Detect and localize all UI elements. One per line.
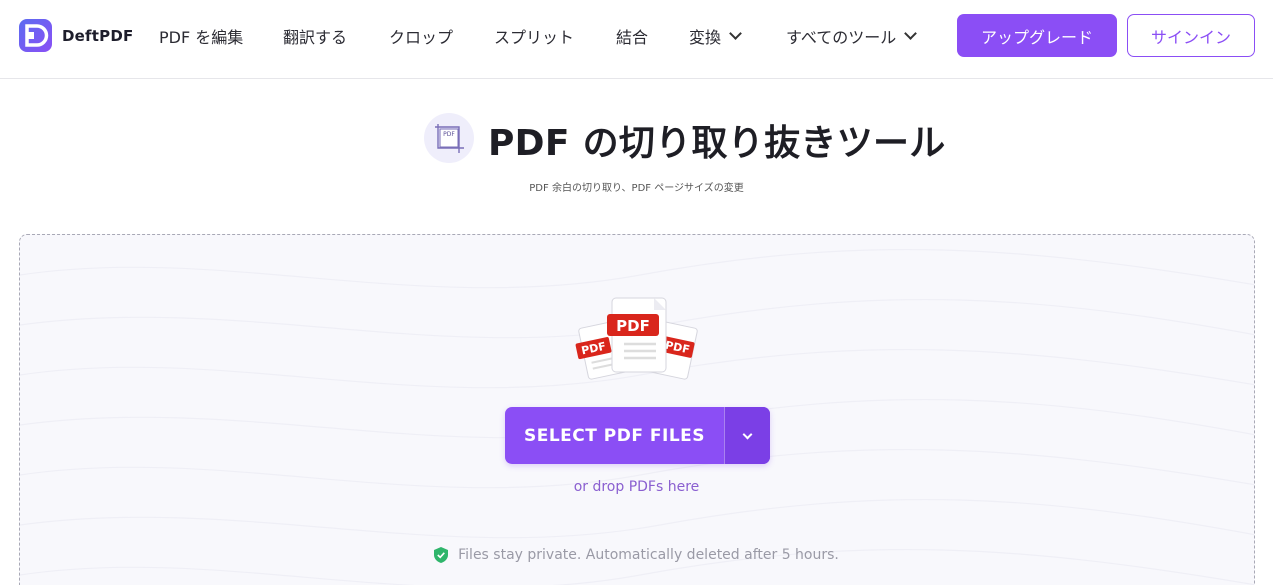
- brand-name: DeftPDF: [62, 26, 134, 45]
- shield-check-icon: [434, 547, 449, 563]
- nav-item-label: すべてのツール: [786, 28, 897, 47]
- signin-button[interactable]: サインイン: [1127, 14, 1255, 57]
- nav-item-label: クロップ: [389, 28, 454, 47]
- privacy-note: Files stay private. Automatically delete…: [0, 547, 1273, 563]
- brand-logo[interactable]: DeftPDF: [19, 19, 133, 52]
- upgrade-button[interactable]: アップグレード: [957, 14, 1117, 57]
- select-pdf-files-label[interactable]: SELECT PDF FILES: [505, 407, 724, 464]
- nav-item-label: 変換: [689, 28, 722, 47]
- deftpdf-logo-icon: [19, 19, 52, 52]
- nav-item-label: 結合: [616, 28, 649, 47]
- nav-item-all-tools[interactable]: すべてのツール: [786, 24, 918, 48]
- drop-hint: or drop PDFs here: [573, 479, 700, 495]
- nav-item-merge[interactable]: 結合: [616, 24, 648, 48]
- nav-item-label: 翻訳する: [283, 28, 348, 47]
- nav-item-split[interactable]: スプリット: [494, 24, 574, 48]
- chevron-down-icon: [729, 27, 742, 40]
- nav-item-translate[interactable]: 翻訳する: [283, 24, 347, 48]
- nav-item-crop[interactable]: クロップ: [389, 24, 453, 48]
- select-pdf-files-button[interactable]: SELECT PDF FILES: [505, 407, 770, 464]
- pdf-files-illustration: PDF PDF PDF: [574, 294, 702, 390]
- nav-item-label: スプリット: [494, 28, 575, 47]
- top-navigation-bar: DeftPDF PDF を編集 翻訳する クロップ スプリット 結合 変換 すべ…: [0, 0, 1273, 79]
- chevron-down-icon: [904, 27, 918, 40]
- chevron-down-icon: [742, 429, 753, 439]
- nav-item-edit-pdf[interactable]: PDF を編集: [159, 24, 243, 48]
- nav-item-label: PDF を編集: [159, 28, 244, 47]
- upload-source-dropdown[interactable]: [724, 407, 770, 464]
- nav-item-convert[interactable]: 変換: [689, 24, 742, 48]
- pdf-label: PDF: [616, 317, 650, 335]
- page-title: PDF の切り取り抜きツール: [488, 123, 946, 164]
- page-subtitle: PDF 余白の切り取り、PDF ページサイズの変更: [529, 183, 744, 194]
- title-icon-label: PDF: [443, 131, 455, 138]
- crop-pdf-icon: PDF: [424, 113, 474, 163]
- privacy-note-text: Files stay private. Automatically delete…: [458, 547, 839, 563]
